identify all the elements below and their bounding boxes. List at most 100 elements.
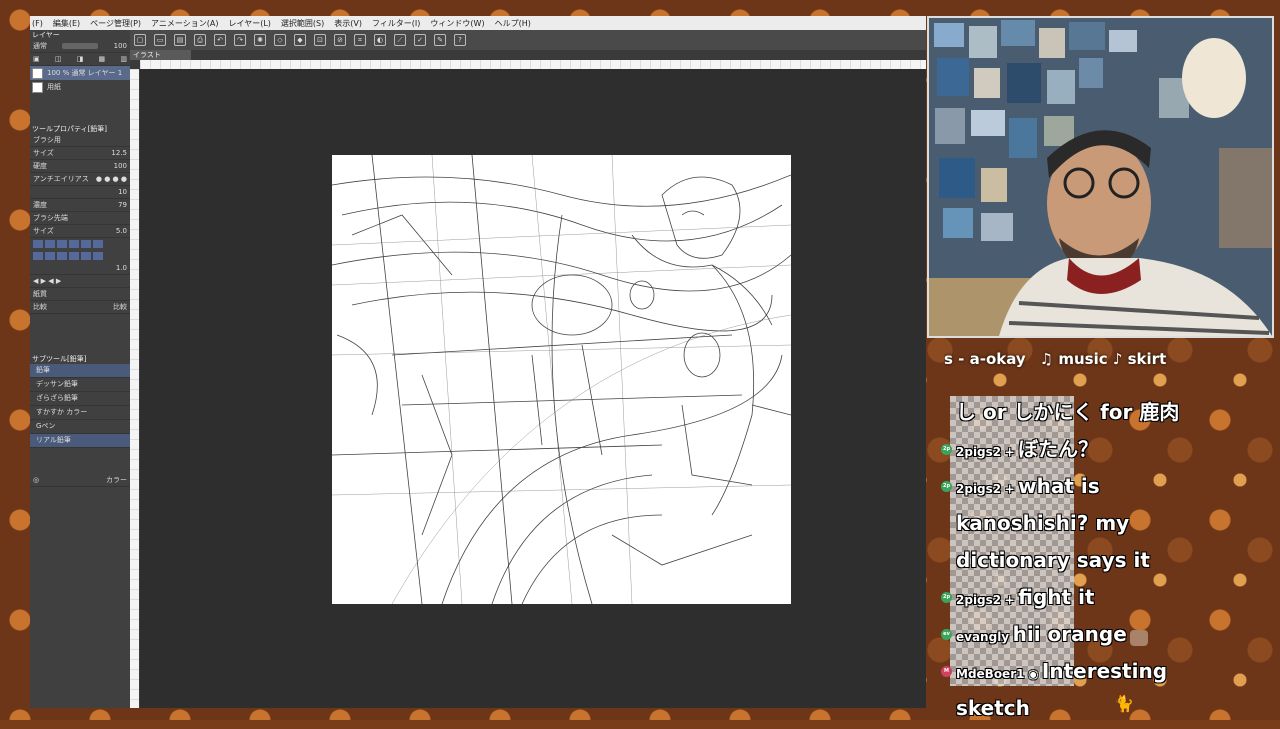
- color-panel-label[interactable]: カラー: [106, 475, 127, 485]
- clear-icon[interactable]: ◇: [274, 34, 286, 46]
- chat-message: sketch: [956, 692, 1250, 729]
- paper-row[interactable]: 紙質: [30, 288, 130, 301]
- chat-text: ぼたん？: [1018, 437, 1099, 461]
- crop-icon[interactable]: ⌗: [354, 34, 366, 46]
- chat-username: 2pigs2: [956, 445, 1002, 459]
- chat-username: 2pigs2: [956, 593, 1002, 607]
- property-row[interactable]: 硬度 100: [30, 160, 130, 173]
- chat-message: ev evangly hii orange: [941, 618, 1250, 655]
- brush-tip-swatches[interactable]: [30, 250, 130, 262]
- lock-icon[interactable]: ▣: [33, 55, 40, 63]
- loading-icon[interactable]: ✺: [254, 34, 266, 46]
- property-value[interactable]: 79: [118, 201, 127, 209]
- paper-label: 紙質: [33, 290, 47, 298]
- property-row[interactable]: 1.0: [30, 262, 130, 275]
- open-icon[interactable]: ▭: [154, 34, 166, 46]
- property-value[interactable]: 5.0: [116, 227, 127, 235]
- transform-icon[interactable]: ⊡: [314, 34, 326, 46]
- subtool-tab-pencil[interactable]: 鉛筆: [30, 364, 130, 378]
- subtool-item[interactable]: デッサン鉛筆: [30, 378, 130, 392]
- playback-icon[interactable]: ◀ ▶ ◀ ▶: [33, 277, 61, 285]
- tool-property-title: ツールプロパティ[鉛筆]: [32, 125, 108, 133]
- canvas-tab[interactable]: イラスト: [130, 50, 191, 60]
- layer-item[interactable]: 100 % 通常 レイヤー 1: [30, 66, 130, 80]
- playback-row: ◀ ▶ ◀ ▶: [30, 275, 130, 288]
- property-value[interactable]: 10: [118, 188, 127, 196]
- layer-icons-row: ▣ ◫ ◨ ▦ ▥: [30, 53, 130, 66]
- subtool-item[interactable]: すかすか カラー: [30, 406, 130, 420]
- reference-icon[interactable]: ◨: [77, 55, 84, 63]
- redo-icon[interactable]: ↷: [234, 34, 246, 46]
- snap-icon[interactable]: ✓: [414, 34, 426, 46]
- menu-bar: (F) 編集(E) ページ管理(P) アニメーション(A) レイヤー(L) 選択…: [30, 16, 926, 30]
- ticker-text: s - a-okay: [944, 350, 1026, 368]
- clip-icon[interactable]: ◫: [55, 55, 62, 63]
- property-row[interactable]: ブラシ先端: [30, 212, 130, 225]
- chat-username: 2pigs2: [956, 482, 1002, 496]
- property-label: 濃度: [33, 201, 47, 209]
- user-badge-icon: ev: [941, 629, 952, 640]
- now-playing-ticker: s - a-okay ♫ music ♪ skirt: [944, 344, 1196, 374]
- save-icon[interactable]: ▤: [174, 34, 186, 46]
- property-row[interactable]: サイズ 12.5: [30, 147, 130, 160]
- cat-emote-icon: [1130, 630, 1149, 646]
- opacity-slider[interactable]: [62, 43, 99, 49]
- new-icon[interactable]: ▢: [134, 34, 146, 46]
- print-icon[interactable]: ⎙: [194, 34, 206, 46]
- property-row[interactable]: 10: [30, 186, 130, 199]
- pen-icon[interactable]: ✎: [434, 34, 446, 46]
- layer-name: 100 % 通常 レイヤー 1: [47, 69, 123, 77]
- tool-name-row: ブラシ用: [30, 134, 130, 147]
- fill-icon[interactable]: ◆: [294, 34, 306, 46]
- undo-icon[interactable]: ↶: [214, 34, 226, 46]
- user-badge-icon: 2p: [941, 444, 952, 455]
- tool-name: ブラシ用: [33, 136, 61, 144]
- help-icon[interactable]: ?: [454, 34, 466, 46]
- color-panel-row[interactable]: ◎ カラー: [30, 474, 130, 487]
- cursor-icon: +: [1004, 593, 1015, 607]
- menu-edit[interactable]: 編集(E): [53, 18, 80, 29]
- property-value[interactable]: 12.5: [111, 149, 127, 157]
- webcam-feed: [927, 16, 1274, 338]
- property-row[interactable]: サイズ 5.0: [30, 225, 130, 238]
- ruler-icon[interactable]: ⟋: [394, 34, 406, 46]
- menu-filter[interactable]: フィルター(I): [372, 18, 420, 29]
- merge-row[interactable]: 比較 比較: [30, 301, 130, 314]
- mask-icon[interactable]: ▦: [99, 55, 106, 63]
- merge-mode-select[interactable]: 比較: [113, 302, 127, 312]
- invert-icon[interactable]: ◐: [374, 34, 386, 46]
- user-badge-icon: 2p: [941, 592, 952, 603]
- menu-layer[interactable]: レイヤー(L): [228, 18, 270, 29]
- mod-badge-icon: M: [941, 666, 952, 677]
- chat-username: evangly: [956, 630, 1010, 644]
- drawing-canvas[interactable]: [331, 154, 792, 605]
- deselect-icon[interactable]: ⊘: [334, 34, 346, 46]
- layer-item[interactable]: 用紙: [30, 80, 130, 94]
- antialias-dots-icon[interactable]: ● ● ● ●: [96, 175, 127, 183]
- property-row[interactable]: 濃度 79: [30, 199, 130, 212]
- merge-label: 比較: [33, 303, 47, 311]
- opacity-value[interactable]: 100: [114, 42, 127, 50]
- property-value[interactable]: 1.0: [116, 264, 127, 272]
- user-badge-icon: 2p: [941, 481, 952, 492]
- subtool-item[interactable]: ざらざら鉛筆: [30, 392, 130, 406]
- menu-help[interactable]: ヘルプ(H): [495, 18, 531, 29]
- property-row[interactable]: アンチエイリアス ● ● ● ●: [30, 173, 130, 186]
- subtool-item[interactable]: Gペン: [30, 420, 130, 434]
- chat-message: 2p 2pigs2 + what is: [941, 470, 1250, 507]
- left-panel: レイヤー 通常 100 ▣ ◫ ◨ ▦ ▥ 100 % 通常 レイヤー 1 用紙…: [30, 30, 130, 708]
- chat-username: MdeBoer1: [956, 667, 1025, 681]
- menu-file[interactable]: (F): [32, 19, 43, 28]
- menu-view[interactable]: 表示(V): [334, 18, 362, 29]
- blend-mode-select[interactable]: 通常: [33, 41, 47, 51]
- property-value[interactable]: 100: [114, 162, 127, 170]
- menu-animation[interactable]: アニメーション(A): [151, 18, 218, 29]
- trash-icon[interactable]: ▥: [120, 55, 127, 63]
- brush-tip-swatches[interactable]: [30, 238, 130, 250]
- subtool-item[interactable]: リアル鉛筆: [30, 434, 130, 448]
- menu-page[interactable]: ページ管理(P): [90, 18, 141, 29]
- menu-window[interactable]: ウィンドウ(W): [430, 18, 484, 29]
- chat-text: hii orange: [1012, 622, 1127, 646]
- property-label: アンチエイリアス: [33, 175, 89, 183]
- menu-selection[interactable]: 選択範囲(S): [281, 18, 324, 29]
